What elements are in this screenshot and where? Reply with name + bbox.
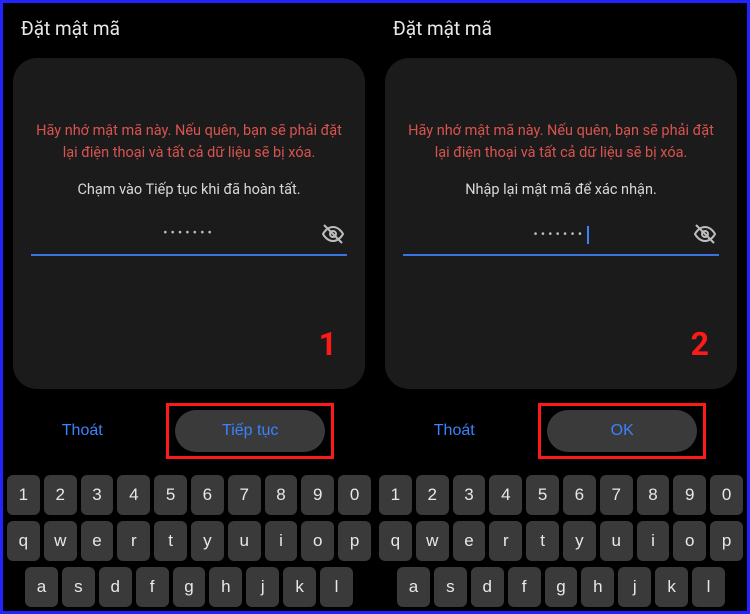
- keyboard-row-qwerty: qwertyuiop: [7, 521, 371, 561]
- key-q[interactable]: q: [7, 521, 40, 561]
- key-p[interactable]: p: [338, 521, 371, 561]
- key-f[interactable]: f: [508, 567, 541, 607]
- key-s[interactable]: s: [434, 567, 467, 607]
- password-mask: •••••••: [533, 227, 585, 242]
- key-6[interactable]: 6: [191, 475, 224, 515]
- panel-step-2: Đặt mật mã Hãy nhớ mật mã này. Nếu quên,…: [375, 3, 747, 611]
- button-row: Thoát Tiếp tục: [13, 395, 365, 469]
- key-h[interactable]: h: [209, 567, 242, 607]
- panel-step-1: Đặt mật mã Hãy nhớ mật mã này. Nếu quên,…: [3, 3, 375, 611]
- key-7[interactable]: 7: [228, 475, 261, 515]
- key-l[interactable]: l: [320, 567, 353, 607]
- key-0[interactable]: 0: [338, 475, 371, 515]
- key-g[interactable]: g: [173, 567, 206, 607]
- text-cursor: [587, 226, 589, 244]
- key-a[interactable]: a: [25, 567, 58, 607]
- key-g[interactable]: g: [545, 567, 578, 607]
- key-q[interactable]: q: [379, 521, 412, 561]
- key-4[interactable]: 4: [489, 475, 522, 515]
- key-7[interactable]: 7: [600, 475, 633, 515]
- key-y[interactable]: y: [563, 521, 596, 561]
- key-t[interactable]: t: [154, 521, 187, 561]
- step-number: 2: [691, 325, 709, 363]
- hint-text: Nhập lại mật mã để xác nhận.: [465, 181, 657, 198]
- key-p[interactable]: p: [710, 521, 743, 561]
- key-6[interactable]: 6: [563, 475, 596, 515]
- key-u[interactable]: u: [228, 521, 261, 561]
- key-2[interactable]: 2: [416, 475, 449, 515]
- keyboard-row-qwerty: qwertyuiop: [379, 521, 743, 561]
- key-9[interactable]: 9: [301, 475, 334, 515]
- key-r[interactable]: r: [489, 521, 522, 561]
- key-d[interactable]: d: [471, 567, 504, 607]
- key-y[interactable]: y: [191, 521, 224, 561]
- key-3[interactable]: 3: [453, 475, 486, 515]
- key-o[interactable]: o: [301, 521, 334, 561]
- key-l[interactable]: l: [692, 567, 725, 607]
- visibility-off-icon[interactable]: [693, 222, 717, 250]
- keyboard-row-numbers: 1234567890: [7, 475, 371, 515]
- warning-text: Hãy nhớ mật mã này. Nếu quên, bạn sẽ phả…: [403, 120, 719, 165]
- keyboard: 1234567890 qwertyuiop asdfghjkl: [375, 469, 747, 611]
- key-j[interactable]: j: [246, 567, 279, 607]
- keyboard-row-numbers: 1234567890: [379, 475, 743, 515]
- key-j[interactable]: j: [618, 567, 651, 607]
- key-u[interactable]: u: [600, 521, 633, 561]
- cancel-button[interactable]: Thoát: [44, 410, 121, 452]
- key-w[interactable]: w: [44, 521, 77, 561]
- key-o[interactable]: o: [673, 521, 706, 561]
- key-r[interactable]: r: [117, 521, 150, 561]
- page-title: Đặt mật mã: [375, 3, 747, 58]
- key-e[interactable]: e: [453, 521, 486, 561]
- keyboard: 1234567890 qwertyuiop asdfghjkl: [3, 469, 375, 611]
- passcode-card: Hãy nhớ mật mã này. Nếu quên, bạn sẽ phả…: [13, 58, 365, 389]
- button-row: Thoát OK: [385, 395, 737, 469]
- key-i[interactable]: i: [637, 521, 670, 561]
- cancel-button[interactable]: Thoát: [416, 410, 493, 452]
- password-row: •••••••: [31, 226, 347, 256]
- key-0[interactable]: 0: [710, 475, 743, 515]
- key-w[interactable]: w: [416, 521, 449, 561]
- key-8[interactable]: 8: [637, 475, 670, 515]
- key-2[interactable]: 2: [44, 475, 77, 515]
- key-5[interactable]: 5: [154, 475, 187, 515]
- visibility-off-icon[interactable]: [321, 222, 345, 250]
- key-8[interactable]: 8: [265, 475, 298, 515]
- page-title: Đặt mật mã: [3, 3, 375, 58]
- key-t[interactable]: t: [526, 521, 559, 561]
- key-d[interactable]: d: [99, 567, 132, 607]
- key-k[interactable]: k: [283, 567, 316, 607]
- key-k[interactable]: k: [655, 567, 688, 607]
- keyboard-row-asdf: asdfghjkl: [379, 567, 743, 607]
- key-9[interactable]: 9: [673, 475, 706, 515]
- key-h[interactable]: h: [581, 567, 614, 607]
- key-s[interactable]: s: [62, 567, 95, 607]
- key-1[interactable]: 1: [7, 475, 40, 515]
- key-4[interactable]: 4: [117, 475, 150, 515]
- password-input[interactable]: •••••••: [31, 226, 347, 248]
- key-f[interactable]: f: [136, 567, 169, 607]
- password-input[interactable]: •••••••: [403, 226, 719, 248]
- primary-highlight: Tiếp tục: [166, 403, 334, 459]
- hint-text: Chạm vào Tiếp tục khi đã hoàn tất.: [77, 181, 300, 198]
- step-number: 1: [319, 325, 337, 363]
- passcode-card: Hãy nhớ mật mã này. Nếu quên, bạn sẽ phả…: [385, 58, 737, 389]
- keyboard-row-asdf: asdfghjkl: [7, 567, 371, 607]
- key-a[interactable]: a: [397, 567, 430, 607]
- continue-button[interactable]: Tiếp tục: [175, 410, 325, 452]
- key-3[interactable]: 3: [81, 475, 114, 515]
- password-row: •••••••: [403, 226, 719, 256]
- key-1[interactable]: 1: [379, 475, 412, 515]
- primary-highlight: OK: [538, 403, 706, 459]
- warning-text: Hãy nhớ mật mã này. Nếu quên, bạn sẽ phả…: [31, 120, 347, 165]
- ok-button[interactable]: OK: [547, 410, 697, 452]
- key-e[interactable]: e: [81, 521, 114, 561]
- key-i[interactable]: i: [265, 521, 298, 561]
- key-5[interactable]: 5: [526, 475, 559, 515]
